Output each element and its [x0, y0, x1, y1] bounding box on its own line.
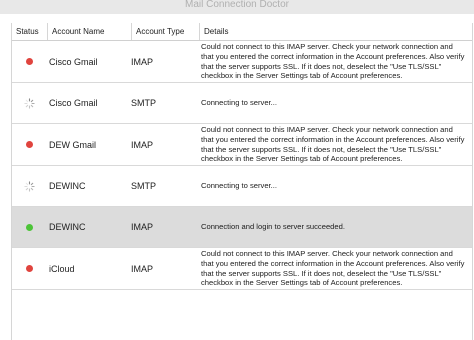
status-cell: [12, 124, 46, 165]
red-dot-icon: [25, 141, 33, 148]
account-name: DEWINC: [49, 181, 86, 191]
details-text: Could not connect to this IMAP server. C…: [201, 249, 465, 288]
status-cell: [12, 166, 46, 206]
table-row[interactable]: Cisco Gmail IMAP Could not connect to th…: [12, 41, 472, 83]
status-cell: [12, 83, 46, 123]
spinner-icon: [23, 180, 35, 192]
status-cell: [12, 248, 46, 289]
column-header-status[interactable]: Status: [12, 23, 47, 40]
column-header-account-name[interactable]: Account Name: [47, 23, 131, 40]
details-text: Connecting to server...: [201, 98, 277, 108]
table-header: Status Account Name Account Type Details: [12, 23, 472, 41]
spinner-icon: [23, 97, 35, 109]
account-name: DEW Gmail: [49, 139, 96, 150]
red-dot-icon: [25, 265, 33, 272]
table-row[interactable]: Cisco Gmail SMTP Connecting to server...: [12, 83, 472, 124]
account-name: iCloud: [49, 263, 75, 274]
table-row[interactable]: DEW Gmail IMAP Could not connect to this…: [12, 124, 472, 166]
account-type: IMAP: [131, 222, 154, 232]
window-title: Mail Connection Doctor: [185, 0, 289, 10]
column-header-details[interactable]: Details: [199, 23, 472, 40]
account-name: DEWINC: [49, 222, 86, 232]
account-name: Cisco Gmail: [49, 98, 98, 108]
accounts-table: Status Account Name Account Type Details…: [11, 23, 473, 340]
details-text: Connection and login to server succeeded…: [201, 222, 345, 232]
details-text: Could not connect to this IMAP server. C…: [201, 125, 465, 164]
green-dot-icon: [25, 223, 33, 231]
table-row-selected[interactable]: DEWINC IMAP Connection and login to serv…: [12, 207, 472, 248]
table-body: Cisco Gmail IMAP Could not connect to th…: [12, 41, 472, 290]
details-text: Could not connect to this IMAP server. C…: [201, 42, 465, 81]
title-bar[interactable]: Mail Connection Doctor: [0, 0, 474, 14]
account-type: IMAP: [131, 139, 154, 150]
red-dot-icon: [25, 58, 33, 65]
column-header-account-type[interactable]: Account Type: [131, 23, 199, 40]
account-type: SMTP: [131, 181, 157, 191]
account-type: IMAP: [131, 263, 154, 274]
account-type: IMAP: [131, 56, 154, 67]
table-row[interactable]: DEWINC SMTP Connecting to server...: [12, 166, 472, 207]
account-name: Cisco Gmail: [49, 56, 98, 67]
account-type: SMTP: [131, 98, 157, 108]
status-cell: [12, 41, 46, 82]
mail-connection-doctor-window: Mail Connection Doctor Status Account Na…: [0, 0, 474, 340]
table-row[interactable]: iCloud IMAP Could not connect to this IM…: [12, 248, 472, 290]
details-text: Connecting to server...: [201, 181, 277, 191]
status-cell: [12, 207, 46, 247]
